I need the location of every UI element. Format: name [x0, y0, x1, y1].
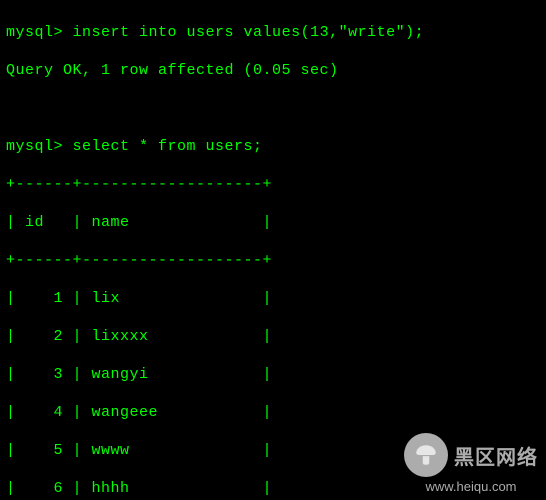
blank-line	[6, 99, 540, 118]
mysql-prompt: mysql>	[6, 24, 63, 41]
cmd-line-2: mysql> select * from users;	[6, 137, 540, 156]
table-row: | 3 | wangyi |	[6, 365, 540, 384]
query-result-1: Query OK, 1 row affected (0.05 sec)	[6, 61, 540, 80]
table-border: +------+-------------------+	[6, 251, 540, 270]
table-row: | 6 | hhhh |	[6, 479, 540, 498]
mysql-prompt: mysql>	[6, 138, 63, 155]
insert-statement: insert into users values(13,"write");	[73, 24, 425, 41]
select-statement: select * from users;	[73, 138, 263, 155]
cmd-line-1: mysql> insert into users values(13,"writ…	[6, 23, 540, 42]
table-border: +------+-------------------+	[6, 175, 540, 194]
table-row: | 2 | lixxxx |	[6, 327, 540, 346]
mysql-terminal[interactable]: mysql> insert into users values(13,"writ…	[0, 0, 546, 500]
table-row: | 1 | lix |	[6, 289, 540, 308]
table-row: | 4 | wangeee |	[6, 403, 540, 422]
table-header: | id | name |	[6, 213, 540, 232]
table-row: | 5 | wwww |	[6, 441, 540, 460]
